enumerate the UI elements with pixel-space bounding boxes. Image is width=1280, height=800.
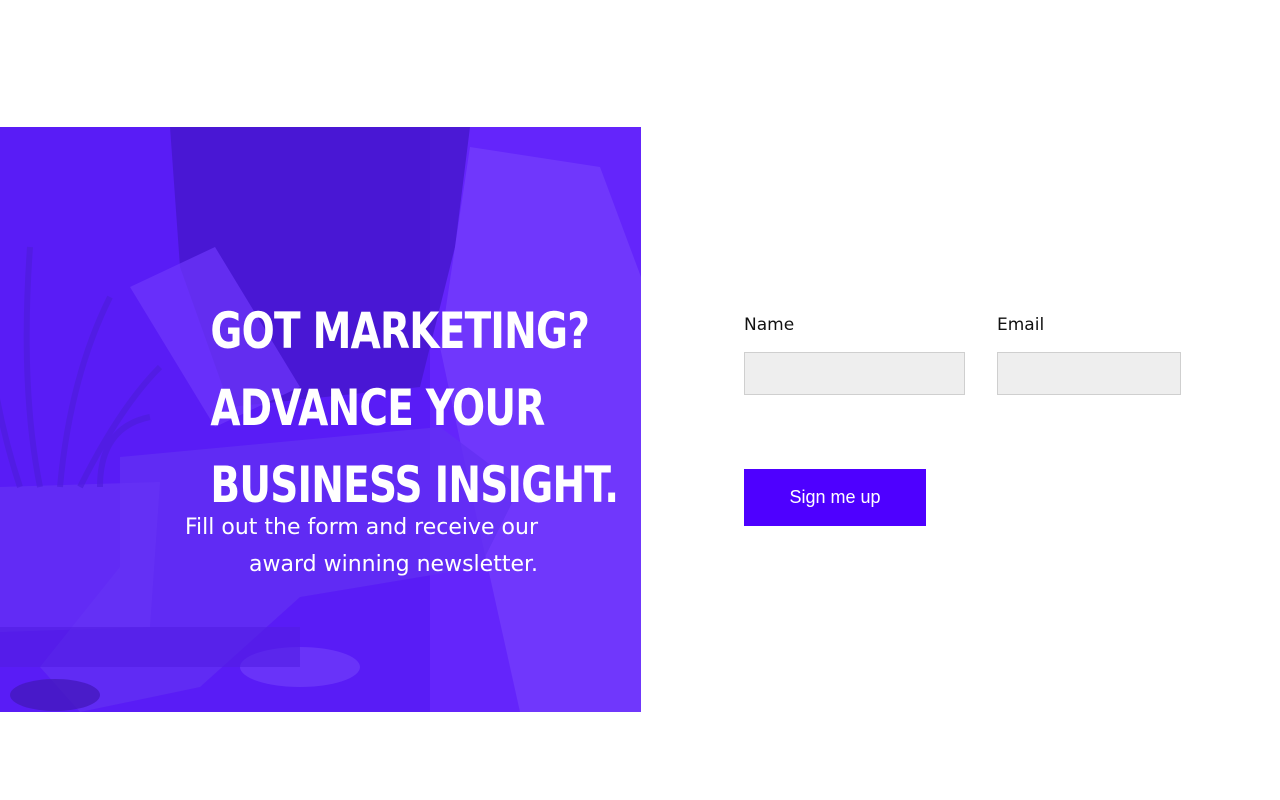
subtitle-line-2: award winning newsletter. [249,552,538,577]
page: GOT MARKETING? ADVANCE YOUR BUSINESS INS… [0,0,1280,800]
hero-panel: GOT MARKETING? ADVANCE YOUR BUSINESS INS… [0,127,641,712]
sign-me-up-button[interactable]: Sign me up [744,469,926,526]
headline-line-2: ADVANCE YOUR [210,378,545,437]
email-input[interactable] [997,352,1181,395]
headline-line-1: GOT MARKETING? [210,301,590,360]
subtitle-line-1: Fill out the form and receive our [184,515,538,540]
name-label: Name [744,315,795,335]
email-label: Email [997,315,1045,335]
name-input[interactable] [744,352,965,395]
hero-headline: GOT MARKETING? ADVANCE YOUR BUSINESS INS… [210,293,619,524]
hero-subtitle: Fill out the form and receive our award … [118,509,538,583]
